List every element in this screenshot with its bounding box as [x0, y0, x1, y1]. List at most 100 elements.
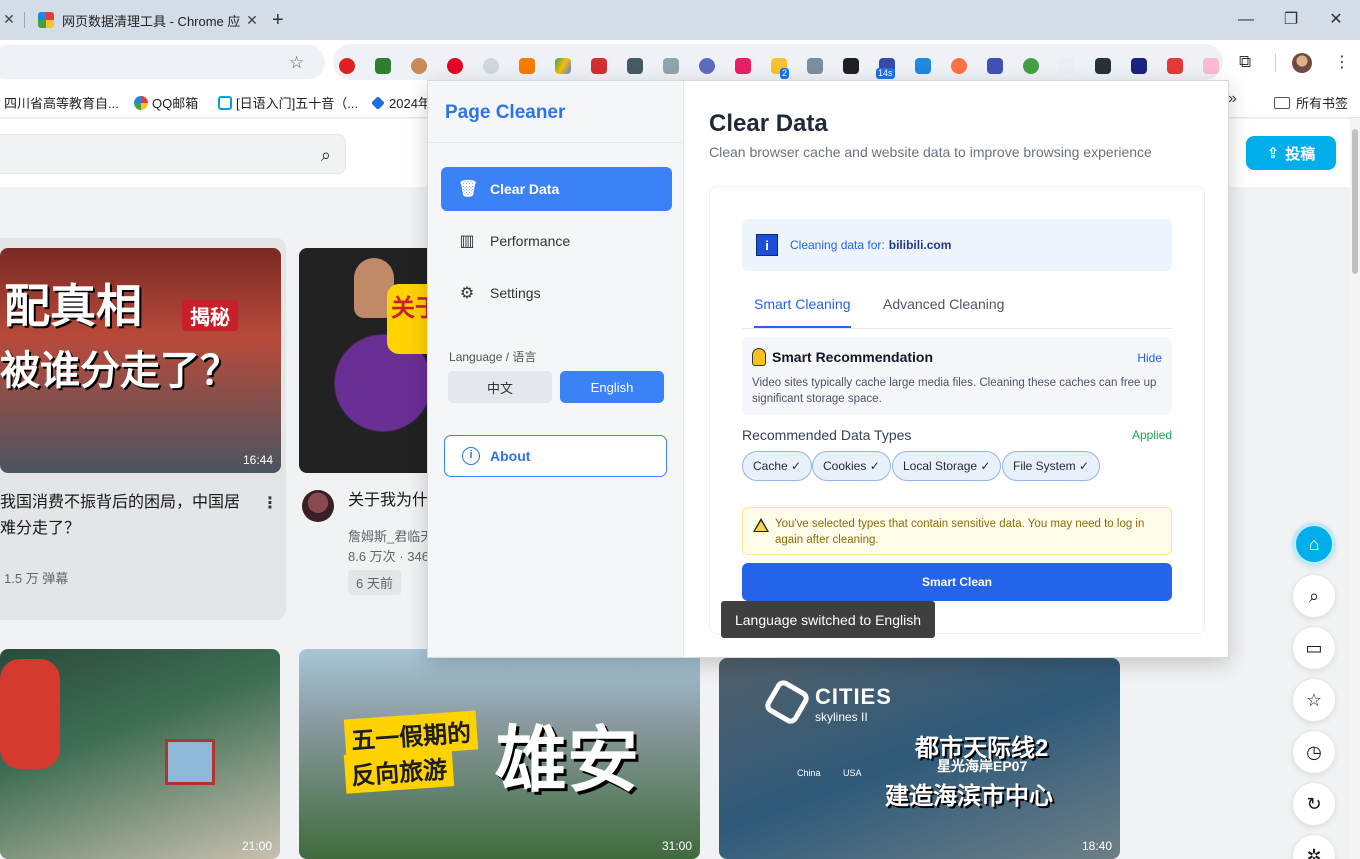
bookmark-item[interactable]: 2024年 [371, 93, 431, 112]
history-clock-icon[interactable]: ◷ [1292, 730, 1336, 774]
extension-badge: 14s [876, 68, 895, 79]
video-thumbnail[interactable]: 五一假期的 反向旅游 雄安 31:00 [299, 649, 700, 859]
uploader-avatar[interactable] [302, 490, 334, 522]
video-thumbnail[interactable]: CITIES skylines II 都市天际线2 星光海岸EP07 建造海滨市… [719, 658, 1120, 859]
browser-menu-icon[interactable]: ⋮ [1334, 52, 1350, 72]
translate-extension-icon[interactable] [735, 58, 751, 74]
chip-cache[interactable]: Cache ✓ [742, 451, 813, 481]
fe-extension-icon[interactable] [591, 58, 607, 74]
nav-settings[interactable]: ⚙ Settings [441, 271, 672, 315]
tab-advanced-cleaning[interactable]: Advanced Cleaning [883, 296, 1004, 326]
home-icon[interactable]: ⌂ [1292, 522, 1336, 566]
react-extension-icon[interactable] [483, 58, 499, 74]
more-options-icon[interactable]: ⋮ [262, 493, 278, 513]
browser-tab[interactable]: 网页数据清理工具 - Chrome 应 ✕ [30, 6, 260, 34]
tab-smart-cleaning[interactable]: Smart Cleaning [754, 296, 851, 328]
bookmark-item[interactable]: QQ邮箱 [134, 93, 198, 112]
video-thumbnail[interactable]: 21:00 [0, 649, 280, 859]
uploader-name[interactable]: 詹姆斯_君临天 [348, 526, 433, 545]
map-pin-label: China [797, 768, 821, 778]
star-icon[interactable]: ☆ [1292, 678, 1336, 722]
star-extension-icon[interactable] [1131, 58, 1147, 74]
cleaning-tabs: Smart Cleaning Advanced Cleaning [742, 285, 1172, 329]
bookmark-star-icon[interactable]: ☆ [289, 53, 304, 73]
chip-cookies[interactable]: Cookies ✓ [812, 451, 891, 481]
settings-icon[interactable]: ✲ [1292, 834, 1336, 859]
video-thumbnail[interactable]: 关于 [299, 248, 439, 473]
search-icon[interactable]: ⌕ [321, 145, 331, 166]
orange-extension-icon[interactable] [951, 58, 967, 74]
profile-avatar[interactable] [1292, 53, 1312, 73]
qr-extension-icon[interactable] [1095, 58, 1111, 74]
video-title[interactable]: 我国消费不振背后的困局，中国居 [0, 490, 240, 516]
vue-extension-icon[interactable] [375, 58, 391, 74]
extensions-puzzle-icon[interactable]: ⧉ [1239, 52, 1251, 72]
close-tab-icon[interactable]: ✕ [244, 12, 260, 29]
language-chinese-button[interactable]: 中文 [448, 371, 552, 403]
at-extension-icon[interactable] [699, 58, 715, 74]
close-tab-icon[interactable]: ✕ [2, 12, 16, 26]
all-bookmarks-label: 所有书签 [1296, 96, 1349, 111]
chart-icon: ▥ [459, 233, 475, 250]
toast-notification: Language switched to English [721, 601, 935, 638]
tab-title: 网页数据清理工具 - Chrome 应 [62, 13, 241, 29]
all-bookmarks-folder[interactable]: 所有书签 [1274, 93, 1348, 112]
about-button[interactable]: i About [444, 435, 667, 477]
bookmark-label: 2024年 [389, 96, 431, 111]
sidebar-divider [428, 142, 684, 143]
restore-button[interactable]: ❐ [1281, 10, 1301, 30]
language-english-button[interactable]: English [560, 371, 664, 403]
qq-mail-icon [134, 95, 148, 110]
minimize-button[interactable]: — [1236, 10, 1256, 30]
green-extension-icon[interactable] [1023, 58, 1039, 74]
drive-extension-icon[interactable] [555, 58, 571, 74]
close-window-button[interactable]: ✕ [1326, 10, 1346, 30]
upload-label: 投稿 [1285, 145, 1316, 163]
shield-extension-icon[interactable] [915, 58, 931, 74]
chip-local-storage[interactable]: Local Storage ✓ [892, 451, 1002, 481]
address-bar[interactable] [0, 45, 325, 79]
new-tab-button[interactable]: + [272, 10, 284, 30]
hat-extension-icon[interactable] [519, 58, 535, 74]
upload-button[interactable]: ⇪ 投稿 [1246, 136, 1336, 170]
video-thumbnail[interactable]: 配真相 揭秘 被谁分走了？ 16:44 [0, 248, 281, 473]
refresh-icon[interactable]: ↻ [1292, 782, 1336, 826]
scrollbar-thumb[interactable] [1352, 129, 1358, 274]
eyes-extension-icon[interactable] [843, 58, 859, 74]
tab-favicon-icon [38, 12, 54, 28]
adblock-extension-icon[interactable] [339, 58, 355, 74]
bookmark-label: 四川省高等教育自... [4, 96, 119, 111]
hide-recommendation-link[interactable]: Hide [1137, 351, 1162, 365]
page-scrollbar[interactable] [1350, 119, 1360, 859]
tv-icon[interactable]: ▭ [1292, 626, 1336, 670]
info-icon: i [462, 447, 480, 465]
broadcast-extension-icon[interactable] [807, 58, 823, 74]
about-label: About [490, 448, 531, 464]
recommendation-title: Smart Recommendation [772, 349, 934, 365]
bookmark-item[interactable]: [日语入门]五十音（... [218, 93, 358, 112]
bookmark-item[interactable]: 四川省高等教育自... [4, 93, 119, 112]
smart-clean-button[interactable]: Smart Clean [742, 563, 1172, 601]
clean-panel: i Cleaning data for: bilibili.com Smart … [709, 186, 1205, 634]
site-search-input[interactable]: ⌕ [0, 134, 346, 174]
more-bookmarks-icon[interactable]: » [1228, 90, 1237, 108]
folder-icon [1274, 96, 1290, 109]
cat-face-extension-icon[interactable] [1059, 58, 1075, 74]
nav-clear-data[interactable]: 🗑 Clear Data [441, 167, 672, 211]
pinterest-extension-icon[interactable] [447, 58, 463, 74]
chip-file-system[interactable]: File System ✓ [1002, 451, 1101, 481]
nav-performance[interactable]: ▥ Performance [441, 219, 672, 263]
toolbar-separator [1275, 54, 1276, 72]
face-extension-icon[interactable] [411, 58, 427, 74]
page-cleaner-extension-icon[interactable] [1203, 58, 1219, 74]
gear-extension-icon[interactable] [987, 58, 1003, 74]
search-icon[interactable]: ⌕ [1292, 574, 1336, 618]
video-title[interactable]: 难分走了？ [0, 516, 80, 542]
cat-extension-icon[interactable] [627, 58, 643, 74]
youtube-extension-icon[interactable] [1167, 58, 1183, 74]
info-icon: i [756, 234, 778, 256]
ip-extension-icon[interactable] [663, 58, 679, 74]
info-domain: bilibili.com [888, 238, 952, 252]
video-title[interactable]: 关于我为什 [348, 488, 428, 514]
warning-icon [753, 518, 769, 532]
